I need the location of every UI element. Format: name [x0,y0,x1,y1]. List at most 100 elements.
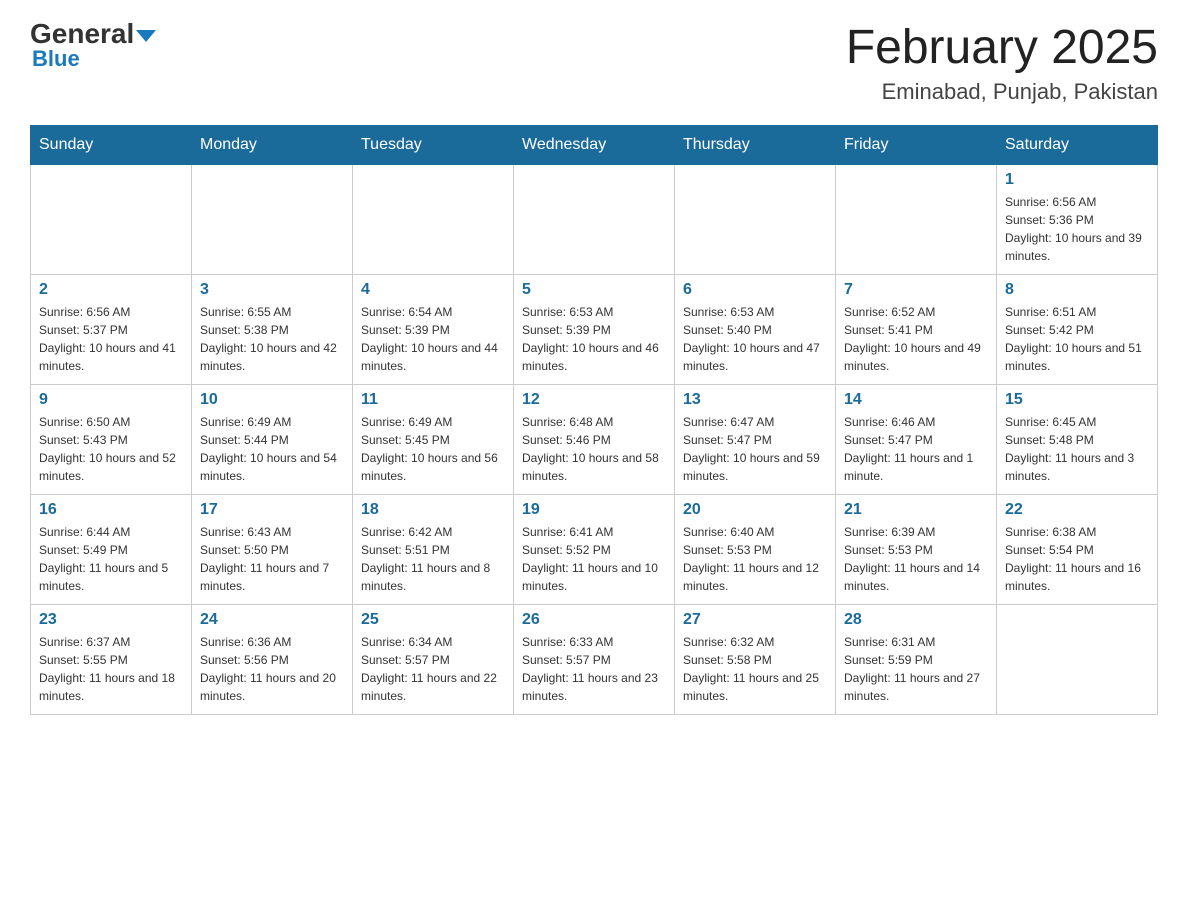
day-info: Sunrise: 6:36 AM Sunset: 5:56 PM Dayligh… [200,633,344,705]
weekday-header-row: Sunday Monday Tuesday Wednesday Thursday… [31,126,1158,165]
calendar-cell: 25Sunrise: 6:34 AM Sunset: 5:57 PM Dayli… [353,605,514,715]
day-number: 1 [1005,171,1149,189]
calendar-cell: 11Sunrise: 6:49 AM Sunset: 5:45 PM Dayli… [353,385,514,495]
calendar-cell [675,165,836,275]
day-number: 13 [683,391,827,409]
day-info: Sunrise: 6:56 AM Sunset: 5:37 PM Dayligh… [39,303,183,375]
day-number: 7 [844,281,988,299]
calendar-cell: 9 Sunrise: 6:50 AM Sunset: 5:43 PM Daylig… [31,385,192,495]
day-info: Sunrise: 6:52 AM Sunset: 5:41 PM Dayligh… [844,303,988,375]
day-number: 24 [200,611,344,629]
calendar-cell: 13Sunrise: 6:47 AM Sunset: 5:47 PM Dayli… [675,385,836,495]
day-number: 4 [361,281,505,299]
day-number: 11 [361,391,505,409]
day-number: 16 [39,501,183,519]
calendar-cell [353,165,514,275]
header-saturday: Saturday [997,126,1158,165]
day-number: 9 [39,391,183,409]
day-info: Sunrise: 6:51 AM Sunset: 5:42 PM Dayligh… [1005,303,1149,375]
header-tuesday: Tuesday [353,126,514,165]
day-info: Sunrise: 6:41 AM Sunset: 5:52 PM Dayligh… [522,523,666,595]
day-number: 27 [683,611,827,629]
day-info: Sunrise: 6:32 AM Sunset: 5:58 PM Dayligh… [683,633,827,705]
calendar-cell: 5 Sunrise: 6:53 AM Sunset: 5:39 PM Daylig… [514,275,675,385]
calendar-table: Sunday Monday Tuesday Wednesday Thursday… [30,125,1158,715]
day-number: 15 [1005,391,1149,409]
calendar-cell [836,165,997,275]
calendar-week-row: 2 Sunrise: 6:56 AM Sunset: 5:37 PM Daylig… [31,275,1158,385]
calendar-cell: 21 Sunrise: 6:39 AM Sunset: 5:53 PM Dayli… [836,495,997,605]
calendar-cell: 3Sunrise: 6:55 AM Sunset: 5:38 PM Daylig… [192,275,353,385]
day-number: 10 [200,391,344,409]
header-thursday: Thursday [675,126,836,165]
day-info: Sunrise: 6:56 AM Sunset: 5:36 PM Dayligh… [1005,193,1149,265]
day-number: 5 [522,281,666,299]
day-number: 14 [844,391,988,409]
day-info: Sunrise: 6:33 AM Sunset: 5:57 PM Dayligh… [522,633,666,705]
calendar-cell: 2 Sunrise: 6:56 AM Sunset: 5:37 PM Daylig… [31,275,192,385]
header-monday: Monday [192,126,353,165]
day-number: 22 [1005,501,1149,519]
calendar-cell: 4 Sunrise: 6:54 AM Sunset: 5:39 PM Daylig… [353,275,514,385]
day-number: 23 [39,611,183,629]
calendar-cell: 14 Sunrise: 6:46 AM Sunset: 5:47 PM Dayli… [836,385,997,495]
day-info: Sunrise: 6:44 AM Sunset: 5:49 PM Dayligh… [39,523,183,595]
day-info: Sunrise: 6:42 AM Sunset: 5:51 PM Dayligh… [361,523,505,595]
calendar-cell [997,605,1158,715]
day-info: Sunrise: 6:37 AM Sunset: 5:55 PM Dayligh… [39,633,183,705]
day-number: 12 [522,391,666,409]
day-number: 28 [844,611,988,629]
logo: General Blue [30,20,156,72]
day-info: Sunrise: 6:53 AM Sunset: 5:39 PM Dayligh… [522,303,666,375]
calendar-cell: 10Sunrise: 6:49 AM Sunset: 5:44 PM Dayli… [192,385,353,495]
calendar-cell: 28 Sunrise: 6:31 AM Sunset: 5:59 PM Dayli… [836,605,997,715]
calendar-cell: 18 Sunrise: 6:42 AM Sunset: 5:51 PM Dayli… [353,495,514,605]
header-wednesday: Wednesday [514,126,675,165]
calendar-body: 1 Sunrise: 6:56 AM Sunset: 5:36 PM Daylig… [31,165,1158,715]
calendar-cell: 1 Sunrise: 6:56 AM Sunset: 5:36 PM Daylig… [997,165,1158,275]
calendar-cell: 15Sunrise: 6:45 AM Sunset: 5:48 PM Dayli… [997,385,1158,495]
calendar-cell: 17 Sunrise: 6:43 AM Sunset: 5:50 PM Dayli… [192,495,353,605]
calendar-cell: 20 Sunrise: 6:40 AM Sunset: 5:53 PM Dayli… [675,495,836,605]
day-number: 17 [200,501,344,519]
day-info: Sunrise: 6:31 AM Sunset: 5:59 PM Dayligh… [844,633,988,705]
calendar-cell: 7 Sunrise: 6:52 AM Sunset: 5:41 PM Daylig… [836,275,997,385]
day-info: Sunrise: 6:46 AM Sunset: 5:47 PM Dayligh… [844,413,988,485]
day-number: 21 [844,501,988,519]
day-number: 20 [683,501,827,519]
page-header: General Blue February 2025 Eminabad, Pun… [30,20,1158,105]
calendar-title: February 2025 [846,20,1158,75]
day-number: 19 [522,501,666,519]
day-info: Sunrise: 6:54 AM Sunset: 5:39 PM Dayligh… [361,303,505,375]
day-number: 6 [683,281,827,299]
calendar-cell: 12 Sunrise: 6:48 AM Sunset: 5:46 PM Dayli… [514,385,675,495]
day-number: 8 [1005,281,1149,299]
day-info: Sunrise: 6:48 AM Sunset: 5:46 PM Dayligh… [522,413,666,485]
calendar-week-row: 23 Sunrise: 6:37 AM Sunset: 5:55 PM Dayli… [31,605,1158,715]
calendar-week-row: 9 Sunrise: 6:50 AM Sunset: 5:43 PM Daylig… [31,385,1158,495]
calendar-cell: 22 Sunrise: 6:38 AM Sunset: 5:54 PM Dayli… [997,495,1158,605]
header-friday: Friday [836,126,997,165]
calendar-subtitle: Eminabad, Punjab, Pakistan [846,79,1158,105]
day-info: Sunrise: 6:34 AM Sunset: 5:57 PM Dayligh… [361,633,505,705]
day-number: 18 [361,501,505,519]
day-info: Sunrise: 6:38 AM Sunset: 5:54 PM Dayligh… [1005,523,1149,595]
day-info: Sunrise: 6:40 AM Sunset: 5:53 PM Dayligh… [683,523,827,595]
day-number: 26 [522,611,666,629]
calendar-week-row: 16 Sunrise: 6:44 AM Sunset: 5:49 PM Dayli… [31,495,1158,605]
day-info: Sunrise: 6:39 AM Sunset: 5:53 PM Dayligh… [844,523,988,595]
day-info: Sunrise: 6:55 AM Sunset: 5:38 PM Dayligh… [200,303,344,375]
calendar-cell: 24 Sunrise: 6:36 AM Sunset: 5:56 PM Dayli… [192,605,353,715]
calendar-cell: 6Sunrise: 6:53 AM Sunset: 5:40 PM Daylig… [675,275,836,385]
calendar-cell: 16 Sunrise: 6:44 AM Sunset: 5:49 PM Dayli… [31,495,192,605]
logo-general: General [30,20,156,48]
day-info: Sunrise: 6:50 AM Sunset: 5:43 PM Dayligh… [39,413,183,485]
header-sunday: Sunday [31,126,192,165]
calendar-cell: 19 Sunrise: 6:41 AM Sunset: 5:52 PM Dayli… [514,495,675,605]
day-info: Sunrise: 6:43 AM Sunset: 5:50 PM Dayligh… [200,523,344,595]
calendar-cell [192,165,353,275]
calendar-cell: 23 Sunrise: 6:37 AM Sunset: 5:55 PM Dayli… [31,605,192,715]
calendar-cell: 27 Sunrise: 6:32 AM Sunset: 5:58 PM Dayli… [675,605,836,715]
calendar-cell [31,165,192,275]
day-number: 2 [39,281,183,299]
